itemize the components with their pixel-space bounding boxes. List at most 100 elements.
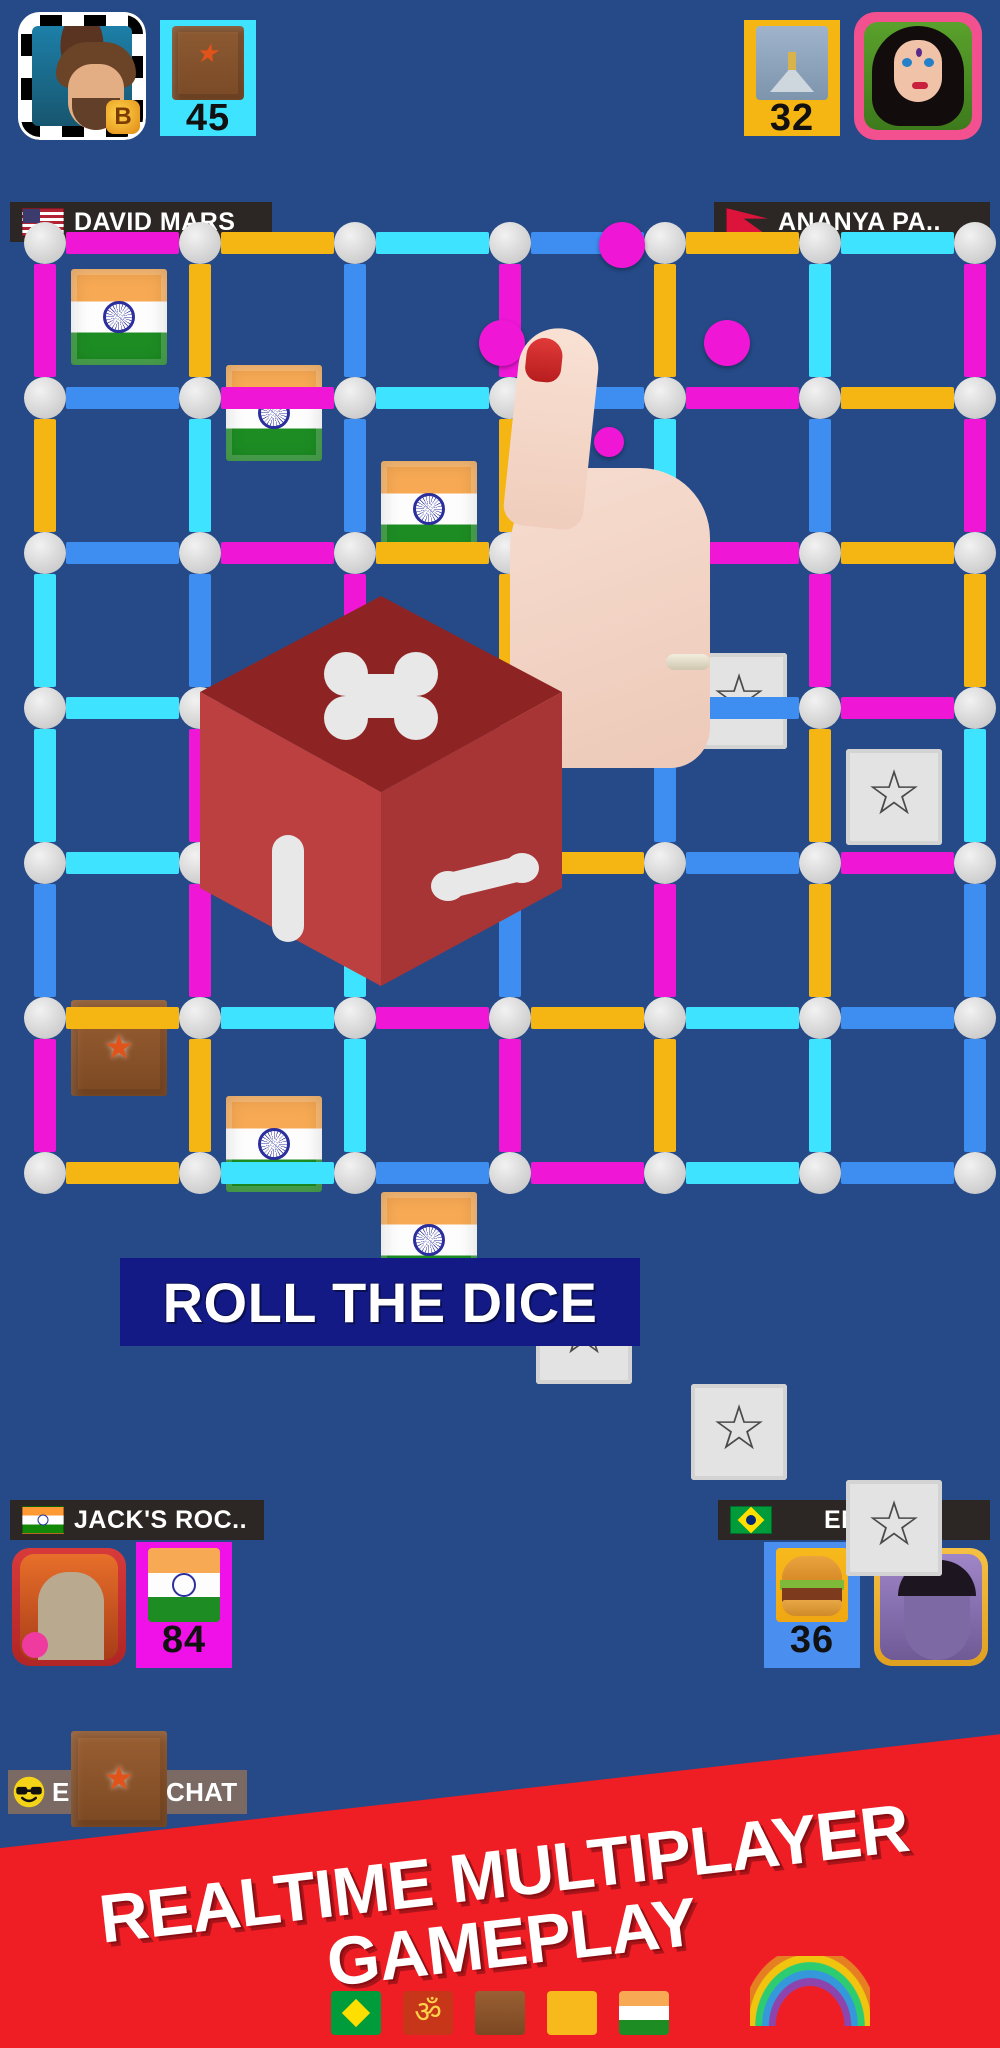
board-dot[interactable] [179, 1152, 221, 1194]
board-edge-horizontal[interactable] [221, 387, 334, 409]
board-dot[interactable] [644, 687, 686, 729]
board-dot[interactable] [334, 222, 376, 264]
board-dot[interactable] [24, 842, 66, 884]
board-edge-vertical[interactable] [654, 1039, 676, 1152]
board-edge-horizontal[interactable] [221, 232, 334, 254]
board-dot[interactable] [954, 997, 996, 1039]
avatar-david-mars[interactable]: B [18, 12, 146, 140]
board-dot[interactable] [489, 1152, 531, 1194]
board-edge-vertical[interactable] [809, 574, 831, 687]
board-edge-horizontal[interactable] [66, 1162, 179, 1184]
board-edge-vertical[interactable] [964, 574, 986, 687]
board-edge-horizontal[interactable] [841, 387, 954, 409]
board-edge-horizontal[interactable] [531, 1162, 644, 1184]
board-edge-vertical[interactable] [809, 1039, 831, 1152]
board-edge-horizontal[interactable] [66, 852, 179, 874]
board-edge-horizontal[interactable] [686, 387, 799, 409]
board-edge-horizontal[interactable] [221, 1007, 334, 1029]
board-edge-vertical[interactable] [964, 419, 986, 532]
board-dot[interactable] [799, 532, 841, 574]
player-token[interactable] [704, 320, 750, 366]
board-edge-horizontal[interactable] [841, 697, 954, 719]
board-edge-vertical[interactable] [34, 884, 56, 997]
board-edge-horizontal[interactable] [376, 542, 489, 564]
board-dot[interactable] [799, 997, 841, 1039]
board-dot[interactable] [644, 1152, 686, 1194]
board-dot[interactable] [644, 377, 686, 419]
board-edge-vertical[interactable] [654, 419, 676, 532]
board-edge-vertical[interactable] [34, 419, 56, 532]
player-token[interactable] [599, 222, 645, 268]
board-edge-horizontal[interactable] [686, 542, 799, 564]
board-edge-vertical[interactable] [34, 264, 56, 377]
board-edge-horizontal[interactable] [66, 697, 179, 719]
board-edge-horizontal[interactable] [686, 1162, 799, 1184]
player-token[interactable] [479, 320, 525, 366]
board-edge-vertical[interactable] [189, 419, 211, 532]
board-edge-vertical[interactable] [654, 574, 676, 687]
avatar-ananya[interactable] [854, 12, 982, 140]
board-edge-vertical[interactable] [964, 729, 986, 842]
board-dot[interactable] [24, 532, 66, 574]
board-dot[interactable] [24, 997, 66, 1039]
board-edge-vertical[interactable] [499, 419, 521, 532]
board-edge-vertical[interactable] [499, 1039, 521, 1152]
board-edge-vertical[interactable] [34, 729, 56, 842]
board-dot[interactable] [24, 222, 66, 264]
board-edge-horizontal[interactable] [376, 1162, 489, 1184]
board-dot[interactable] [24, 687, 66, 729]
board-dot[interactable] [644, 997, 686, 1039]
avatar-jack[interactable] [12, 1548, 126, 1666]
board-edge-horizontal[interactable] [531, 387, 644, 409]
board-dot[interactable] [954, 222, 996, 264]
board-dot[interactable] [954, 1152, 996, 1194]
board-edge-horizontal[interactable] [376, 232, 489, 254]
board-edge-vertical[interactable] [654, 264, 676, 377]
board-edge-horizontal[interactable] [66, 232, 179, 254]
board-edge-horizontal[interactable] [841, 232, 954, 254]
board-edge-vertical[interactable] [34, 1039, 56, 1152]
board-dot[interactable] [179, 222, 221, 264]
board-edge-vertical[interactable] [964, 884, 986, 997]
board-edge-vertical[interactable] [654, 884, 676, 997]
board-dot[interactable] [489, 222, 531, 264]
board-edge-horizontal[interactable] [66, 1007, 179, 1029]
board-edge-horizontal[interactable] [531, 542, 644, 564]
board-edge-horizontal[interactable] [686, 852, 799, 874]
board-dot[interactable] [644, 532, 686, 574]
board-dot[interactable] [799, 842, 841, 884]
board-dot[interactable] [799, 687, 841, 729]
board-edge-horizontal[interactable] [66, 387, 179, 409]
board-edge-horizontal[interactable] [841, 852, 954, 874]
board-edge-vertical[interactable] [809, 884, 831, 997]
board-dot[interactable] [954, 842, 996, 884]
board-dot[interactable] [334, 377, 376, 419]
board-dot[interactable] [644, 842, 686, 884]
board-dot[interactable] [334, 1152, 376, 1194]
board-edge-horizontal[interactable] [376, 1007, 489, 1029]
board-edge-horizontal[interactable] [221, 542, 334, 564]
board-edge-horizontal[interactable] [841, 542, 954, 564]
board-edge-horizontal[interactable] [66, 542, 179, 564]
board-edge-horizontal[interactable] [686, 697, 799, 719]
board-dot[interactable] [799, 1152, 841, 1194]
board-dot[interactable] [179, 532, 221, 574]
dice-3d-icon[interactable] [196, 596, 566, 986]
board-dot[interactable] [954, 687, 996, 729]
board-edge-horizontal[interactable] [841, 1162, 954, 1184]
board-dot[interactable] [799, 377, 841, 419]
board-edge-vertical[interactable] [344, 419, 366, 532]
board-edge-vertical[interactable] [654, 729, 676, 842]
board-dot[interactable] [489, 532, 531, 574]
board-edge-vertical[interactable] [344, 264, 366, 377]
board-edge-vertical[interactable] [344, 1039, 366, 1152]
board-edge-horizontal[interactable] [841, 1007, 954, 1029]
board-dot[interactable] [334, 532, 376, 574]
board-dot[interactable] [489, 997, 531, 1039]
board-dot[interactable] [954, 532, 996, 574]
board-dot[interactable] [179, 997, 221, 1039]
board-edge-vertical[interactable] [189, 264, 211, 377]
board-edge-horizontal[interactable] [531, 1007, 644, 1029]
board-edge-horizontal[interactable] [686, 1007, 799, 1029]
board-edge-vertical[interactable] [809, 264, 831, 377]
